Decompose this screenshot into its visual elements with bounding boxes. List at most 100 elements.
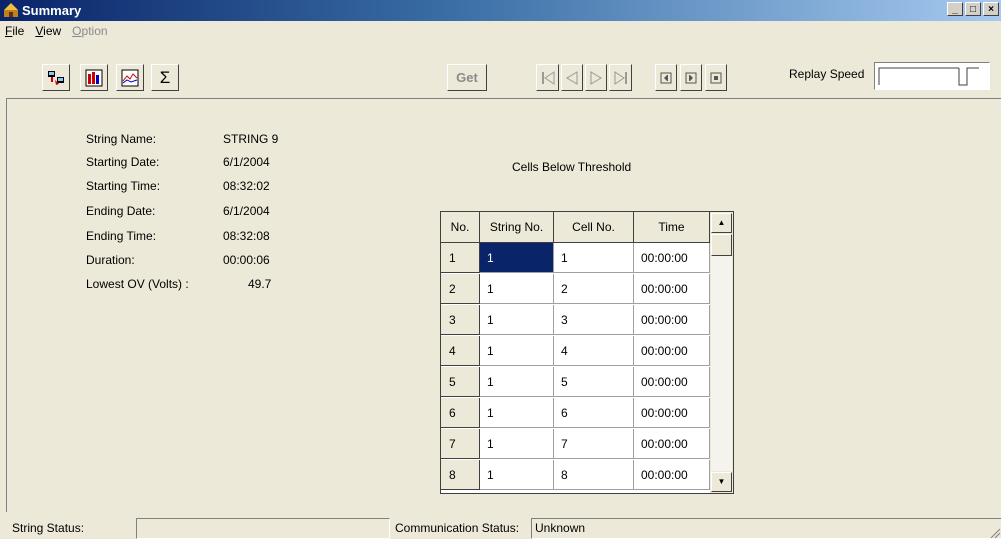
title-bar: Summary _ □ × (0, 0, 1001, 21)
communication-status-field: Unknown (531, 518, 1001, 539)
table-row[interactable]: 2 1 2 00:00:00 (441, 274, 711, 304)
string-no-cell[interactable]: 1 (480, 336, 554, 366)
table-row[interactable]: 8 1 8 00:00:00 (441, 460, 711, 490)
cell-no-cell[interactable]: 6 (554, 398, 634, 428)
row-number[interactable]: 1 (441, 243, 480, 273)
cell-no-cell[interactable]: 8 (554, 460, 634, 490)
table-row[interactable]: 1 1 1 00:00:00 (441, 243, 711, 273)
scroll-track[interactable] (711, 256, 732, 471)
stop-icon (710, 72, 722, 83)
close-button[interactable]: × (983, 2, 999, 16)
duration-label: Duration: (86, 253, 135, 267)
vertical-scrollbar[interactable]: ▲ ▼ (710, 212, 733, 493)
scroll-up-button[interactable]: ▲ (711, 213, 732, 233)
network-icon (48, 70, 64, 85)
previous-icon (566, 70, 578, 85)
column-header-no[interactable]: No. (441, 212, 480, 243)
connect-button[interactable] (42, 64, 70, 91)
cell-no-cell[interactable]: 7 (554, 429, 634, 459)
app-icon (3, 3, 19, 18)
string-no-cell[interactable]: 1 (480, 243, 554, 273)
cell-no-cell[interactable]: 3 (554, 305, 634, 335)
step-back-icon (660, 72, 672, 83)
column-header-time[interactable]: Time (634, 212, 710, 243)
ending-time-label: Ending Time: (86, 229, 157, 243)
row-number[interactable]: 8 (441, 460, 480, 490)
status-bar: String Status: Communication Status: Unk… (0, 514, 1001, 539)
cells-grid[interactable]: No. String No. Cell No. Time 1 1 1 00:00:00… (440, 211, 734, 494)
row-number[interactable]: 7 (441, 429, 480, 459)
lowest-ov-label: Lowest OV (Volts) : (86, 277, 189, 291)
table-row[interactable]: 6 1 6 00:00:00 (441, 398, 711, 428)
previous-button[interactable] (561, 64, 583, 91)
cell-no-cell[interactable]: 2 (554, 274, 634, 304)
next-button[interactable] (585, 64, 607, 91)
duration-value: 00:00:06 (223, 253, 270, 267)
scroll-down-button[interactable]: ▼ (711, 472, 732, 492)
table-row[interactable]: 7 1 7 00:00:00 (441, 429, 711, 459)
last-button[interactable] (609, 64, 632, 91)
cell-no-cell[interactable]: 1 (554, 243, 634, 273)
table-row[interactable]: 4 1 4 00:00:00 (441, 336, 711, 366)
row-number[interactable]: 3 (441, 305, 480, 335)
table-row[interactable]: 5 1 5 00:00:00 (441, 367, 711, 397)
string-status-label: String Status: (12, 521, 85, 535)
minimize-button[interactable]: _ (947, 2, 963, 16)
stop-button[interactable] (705, 64, 727, 91)
time-cell[interactable]: 00:00:00 (634, 336, 710, 366)
lowest-ov-value: 49.7 (248, 277, 272, 291)
time-cell[interactable]: 00:00:00 (634, 398, 710, 428)
ending-time-value: 08:32:08 (223, 229, 270, 243)
row-number[interactable]: 5 (441, 367, 480, 397)
step-forward-button[interactable] (680, 64, 702, 91)
string-no-cell[interactable]: 1 (480, 367, 554, 397)
scroll-thumb[interactable] (711, 234, 732, 256)
maximize-button[interactable]: □ (965, 2, 981, 16)
time-cell[interactable]: 00:00:00 (634, 460, 710, 490)
time-cell[interactable]: 00:00:00 (634, 367, 710, 397)
skip-to-start-icon (541, 70, 554, 85)
string-no-cell[interactable]: 1 (480, 460, 554, 490)
cell-no-cell[interactable]: 5 (554, 367, 634, 397)
column-header-string-no[interactable]: String No. (480, 212, 554, 243)
string-status-field (136, 518, 390, 539)
first-button[interactable] (536, 64, 559, 91)
communication-status-label: Communication Status: (395, 521, 520, 535)
graph-button[interactable] (116, 64, 144, 91)
string-name-label: String Name: (86, 132, 157, 146)
starting-time-value: 08:32:02 (223, 179, 270, 193)
row-number[interactable]: 6 (441, 398, 480, 428)
resize-grip-icon[interactable] (989, 527, 1001, 539)
get-button[interactable]: Get (447, 64, 487, 91)
line-chart-icon (121, 69, 139, 86)
time-cell[interactable]: 00:00:00 (634, 305, 710, 335)
starting-time-label: Starting Time: (86, 179, 161, 193)
cell-no-cell[interactable]: 4 (554, 336, 634, 366)
string-name-value: STRING 9 (223, 132, 279, 146)
step-back-button[interactable] (655, 64, 677, 91)
menu-option[interactable]: Option (67, 22, 113, 40)
time-cell[interactable]: 00:00:00 (634, 429, 710, 459)
next-icon (590, 70, 602, 85)
time-cell[interactable]: 00:00:00 (634, 274, 710, 304)
skip-to-end-icon (614, 70, 627, 85)
menu-view[interactable]: View (30, 22, 67, 40)
string-no-cell[interactable]: 1 (480, 305, 554, 335)
menu-file[interactable]: File (0, 22, 30, 40)
ending-date-label: Ending Date: (86, 204, 156, 218)
string-no-cell[interactable]: 1 (480, 398, 554, 428)
table-row[interactable]: 3 1 3 00:00:00 (441, 305, 711, 335)
row-number[interactable]: 4 (441, 336, 480, 366)
window-title: Summary (22, 3, 82, 18)
string-no-cell[interactable]: 1 (480, 429, 554, 459)
grid-title: Cells Below Threshold (512, 160, 632, 174)
string-no-cell[interactable]: 1 (480, 274, 554, 304)
summary-button[interactable]: Σ (151, 64, 179, 91)
bar-chart-icon (85, 69, 103, 86)
menu-bar: File View Option (0, 22, 114, 40)
bar-report-button[interactable] (80, 64, 108, 91)
row-number[interactable]: 2 (441, 274, 480, 304)
replay-speed-slider[interactable] (874, 62, 990, 90)
time-cell[interactable]: 00:00:00 (634, 243, 710, 273)
column-header-cell-no[interactable]: Cell No. (554, 212, 634, 243)
